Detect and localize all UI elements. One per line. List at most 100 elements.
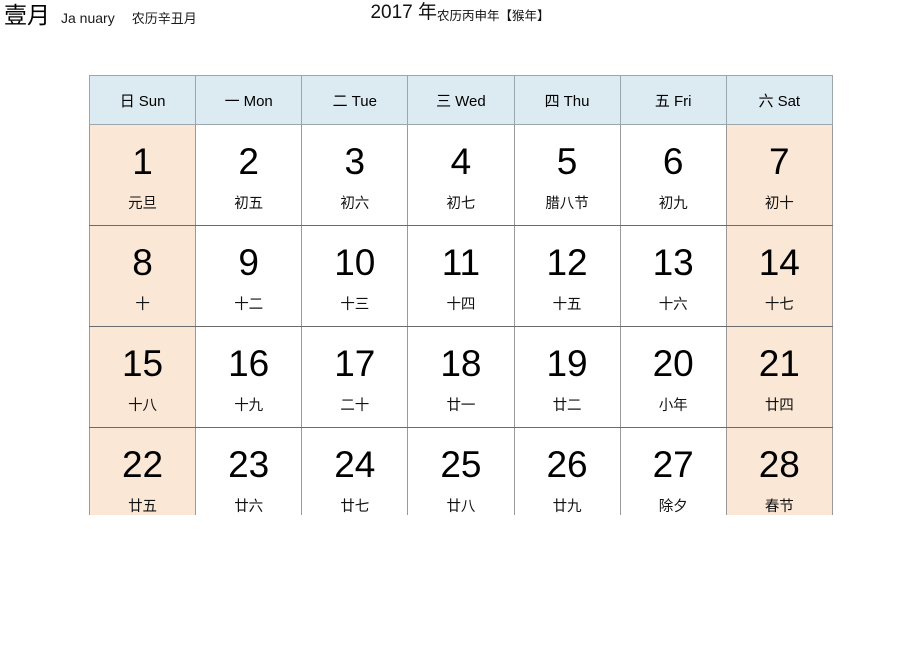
day-cell[interactable]: 20 小年	[619, 326, 727, 428]
day-cell[interactable]: 19 廿二	[513, 326, 621, 428]
day-number: 5	[556, 141, 578, 182]
day-lunar-label: 廿九	[552, 499, 582, 515]
day-cell[interactable]: 28 春节	[725, 427, 833, 515]
day-number: 22	[121, 444, 164, 485]
weekday-header-sun: 日 Sun	[88, 75, 197, 125]
day-number: 28	[758, 444, 800, 485]
weekday-header-sat: 六 Sat	[725, 75, 833, 125]
day-number: 25	[440, 444, 482, 485]
day-lunar-label: 初五	[234, 196, 264, 212]
weekday-label-chinese: 四	[544, 92, 560, 110]
calendar-week-row: 8 十 9 十二 10 十三 11 十四 12 十五 13 十六 14 十七	[88, 225, 833, 327]
weekday-header-tue: 二 Tue	[301, 75, 409, 125]
calendar-body: 1 元旦 2 初五 3 初六 4 初七 5 腊八节 6 初九 7 初十 8 十 9 十二 10 十三 11 十四 12 十五 1…	[88, 124, 833, 515]
day-number: 10	[334, 242, 376, 283]
day-number: 15	[121, 343, 164, 384]
weekday-label-chinese: 三	[436, 92, 452, 110]
year-number: 2017 年	[370, 2, 438, 23]
day-lunar-label: 十八	[128, 398, 158, 414]
day-number: 1	[132, 141, 153, 182]
calendar-header-row: 日 Sun 一 Mon 二 Tue 三 Wed 四 Thu 五 Fri 六 Sat	[88, 75, 833, 125]
day-cell[interactable]: 8十	[88, 225, 197, 327]
day-cell[interactable]: 10 十三	[301, 225, 409, 327]
weekday-label-chinese: 六	[758, 92, 774, 110]
day-cell[interactable]: 3 初六	[301, 124, 409, 226]
day-lunar-label: 廿二	[552, 398, 582, 414]
day-lunar-label: 十	[135, 297, 150, 313]
weekday-header-mon: 一 Mon	[195, 75, 303, 125]
day-number: 2	[238, 141, 259, 182]
weekday-header-wed: 三 Wed	[407, 75, 515, 125]
weekday-label-english: Sun	[138, 92, 166, 110]
day-number: 20	[652, 343, 694, 384]
day-number: 19	[546, 343, 588, 384]
day-cell[interactable]: 14 十七	[725, 225, 833, 327]
day-number: 9	[238, 242, 259, 283]
day-cell[interactable]: 17 二十	[301, 326, 409, 428]
day-number: 23	[228, 444, 270, 485]
day-lunar-label: 十六	[658, 297, 688, 313]
day-lunar-label: 廿六	[234, 499, 264, 515]
day-lunar-label: 廿一	[446, 398, 476, 414]
weekday-header-thu: 四 Thu	[513, 75, 621, 125]
day-lunar-label: 十三	[340, 297, 370, 313]
day-cell[interactable]: 22 廿五	[88, 427, 197, 515]
day-lunar-label: 春节	[764, 499, 794, 515]
day-number: 13	[652, 242, 694, 283]
day-cell[interactable]: 18 廿一	[407, 326, 515, 428]
day-lunar-label: 二十	[340, 398, 370, 414]
day-number: 17	[334, 343, 376, 384]
day-lunar-label: 十七	[764, 297, 794, 313]
day-number: 16	[228, 343, 270, 384]
calendar-week-row: 22 廿五 23 廿六 24 廿七 25 廿八 26 廿九 27 除夕 28 春节	[88, 427, 833, 515]
day-lunar-label: 十二	[234, 297, 264, 313]
day-number: 12	[546, 242, 588, 283]
day-number: 11	[441, 242, 481, 283]
day-number: 4	[450, 141, 472, 182]
day-number: 6	[662, 141, 684, 182]
day-number: 14	[758, 242, 800, 283]
day-cell[interactable]: 16 十九	[195, 326, 303, 428]
day-number: 18	[440, 343, 482, 384]
page-header: 壹月 Ja nuary 农历辛丑月 2017 年农历丙申年【猴年】	[0, 0, 920, 38]
day-cell[interactable]: 12 十五	[513, 225, 621, 327]
day-cell[interactable]: 13 十六	[619, 225, 727, 327]
day-lunar-label: 初十	[764, 196, 794, 212]
day-cell[interactable]: 21 廿四	[725, 326, 833, 428]
day-number: 7	[769, 141, 790, 182]
weekday-label-english: Fri	[673, 92, 692, 110]
day-cell[interactable]: 25 廿八	[407, 427, 515, 515]
day-cell[interactable]: 2 初五	[195, 124, 303, 226]
day-cell[interactable]: 26 廿九	[513, 427, 621, 515]
day-lunar-label: 廿五	[128, 499, 158, 515]
calendar-table: 日 Sun 一 Mon 二 Tue 三 Wed 四 Thu 五 Fri 六 Sat 1 元旦 2 初五 3 初六 4 初…	[88, 75, 833, 515]
day-cell[interactable]: 4 初七	[407, 124, 515, 226]
day-lunar-label: 十四	[446, 297, 476, 313]
day-cell[interactable]: 9 十二	[195, 225, 303, 327]
weekday-label-chinese: 一	[224, 92, 240, 110]
day-number: 21	[758, 343, 800, 384]
weekday-label-chinese: 五	[654, 92, 670, 110]
day-number: 27	[652, 444, 694, 485]
day-cell[interactable]: 15 十八	[88, 326, 197, 428]
weekday-label-english: Thu	[563, 92, 590, 110]
day-cell[interactable]: 27 除夕	[619, 427, 727, 515]
day-lunar-label: 廿七	[340, 499, 370, 515]
day-number: 26	[546, 444, 588, 485]
day-lunar-label: 腊八节	[545, 196, 589, 212]
day-lunar-label: 除夕	[658, 499, 688, 515]
weekday-header-fri: 五 Fri	[619, 75, 727, 125]
weekday-label-english: Tue	[351, 92, 377, 110]
day-lunar-label: 元旦	[128, 196, 158, 212]
weekday-label-english: Wed	[455, 92, 486, 110]
day-cell[interactable]: 11 十四	[407, 225, 515, 327]
day-cell[interactable]: 24 廿七	[301, 427, 409, 515]
calendar-week-row: 15 十八 16 十九 17 二十 18 廿一 19 廿二 20 小年 21 廿四	[88, 326, 833, 428]
day-cell[interactable]: 7 初十	[725, 124, 833, 226]
day-cell[interactable]: 6 初九	[619, 124, 727, 226]
day-cell[interactable]: 5 腊八节	[513, 124, 621, 226]
day-lunar-label: 十五	[552, 297, 582, 313]
day-cell[interactable]: 23 廿六	[195, 427, 303, 515]
day-lunar-label: 小年	[658, 398, 688, 414]
day-cell[interactable]: 1 元旦	[88, 124, 197, 226]
